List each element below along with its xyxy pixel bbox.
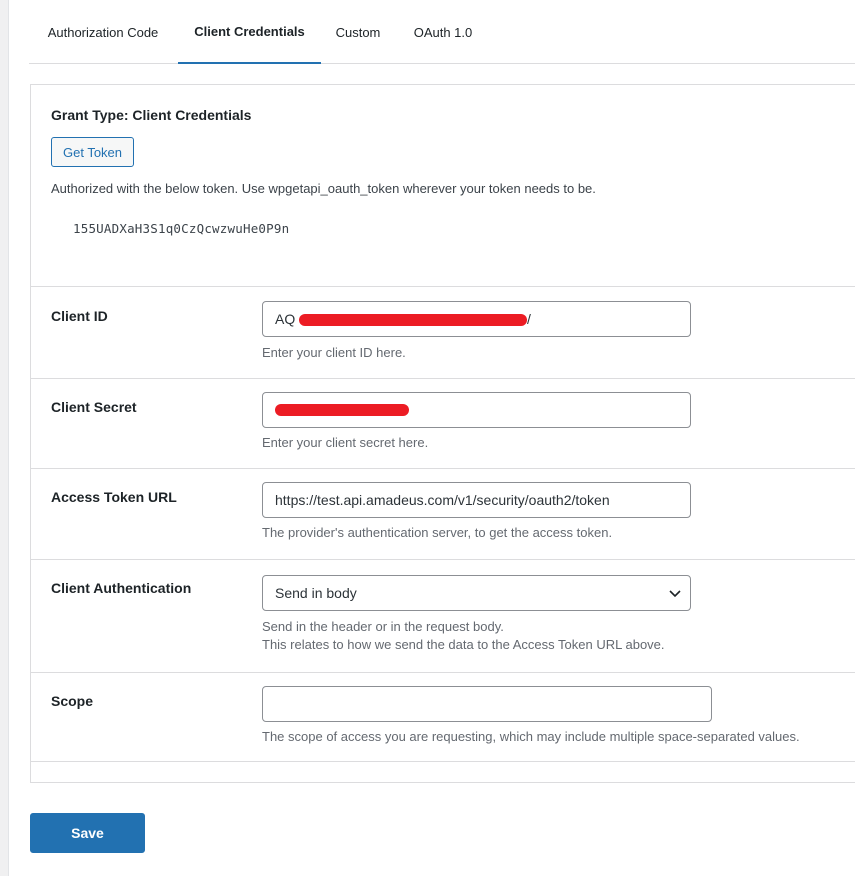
client-authentication-select[interactable]: Send in body	[262, 575, 691, 611]
client-secret-row: Client Secret Enter your client secret h…	[31, 378, 855, 468]
client-authentication-description-line2: This relates to how we send the data to …	[262, 637, 665, 652]
grant-type-title: Grant Type: Client Credentials	[51, 107, 252, 123]
scope-row: Scope The scope of access you are reques…	[31, 672, 855, 761]
client-authentication-description: Send in the header or in the request bod…	[262, 618, 665, 654]
redaction-mark	[275, 404, 409, 416]
access-token-url-label: Access Token URL	[51, 489, 177, 505]
token-value: 155UADXaH3S1q0CzQcwzwuHe0P9n	[73, 221, 290, 236]
access-token-url-input[interactable]: https://test.api.amadeus.com/v1/security…	[262, 482, 691, 518]
tab-client-credentials[interactable]: Client Credentials	[178, 0, 321, 64]
chevron-down-icon	[669, 590, 681, 598]
client-secret-input[interactable]	[262, 392, 691, 428]
scope-label: Scope	[51, 693, 94, 709]
credentials-panel: Grant Type: Client Credentials Get Token…	[30, 84, 855, 783]
scope-input[interactable]	[262, 686, 712, 722]
tab-oauth-1[interactable]: OAuth 1.0	[404, 0, 482, 64]
access-token-url-value: https://test.api.amadeus.com/v1/security…	[275, 492, 610, 508]
client-id-description: Enter your client ID here.	[262, 345, 406, 360]
client-secret-description: Enter your client secret here.	[262, 435, 429, 450]
redaction-mark	[299, 314, 527, 326]
client-id-value-suffix: /	[527, 311, 531, 327]
client-authentication-label: Client Authentication	[51, 580, 192, 596]
scope-description: The scope of access you are requesting, …	[262, 729, 800, 744]
panel-footer-divider	[31, 761, 855, 762]
client-authentication-selected: Send in body	[275, 585, 357, 601]
access-token-url-description: The provider's authentication server, to…	[262, 525, 613, 540]
get-token-button[interactable]: Get Token	[51, 137, 135, 167]
client-id-value-prefix: AQ	[275, 311, 296, 327]
tab-authorization-code[interactable]: Authorization Code	[37, 0, 169, 64]
client-secret-label: Client Secret	[51, 399, 137, 415]
client-authentication-description-line1: Send in the header or in the request bod…	[262, 619, 504, 634]
settings-page: Authorization Code Client Credentials Cu…	[8, 0, 855, 876]
client-id-input[interactable]: AQ /	[262, 301, 691, 337]
client-id-label: Client ID	[51, 308, 108, 324]
access-token-url-row: Access Token URL https://test.api.amadeu…	[31, 468, 855, 559]
save-button[interactable]: Save	[30, 813, 145, 853]
tab-bar: Authorization Code Client Credentials Cu…	[29, 0, 855, 64]
tab-custom[interactable]: Custom	[327, 0, 389, 64]
authorized-message: Authorized with the below token. Use wpg…	[51, 181, 596, 196]
client-authentication-row: Client Authentication Send in body Send …	[31, 559, 855, 672]
client-id-row: Client ID AQ / Enter your client ID here…	[31, 286, 855, 378]
